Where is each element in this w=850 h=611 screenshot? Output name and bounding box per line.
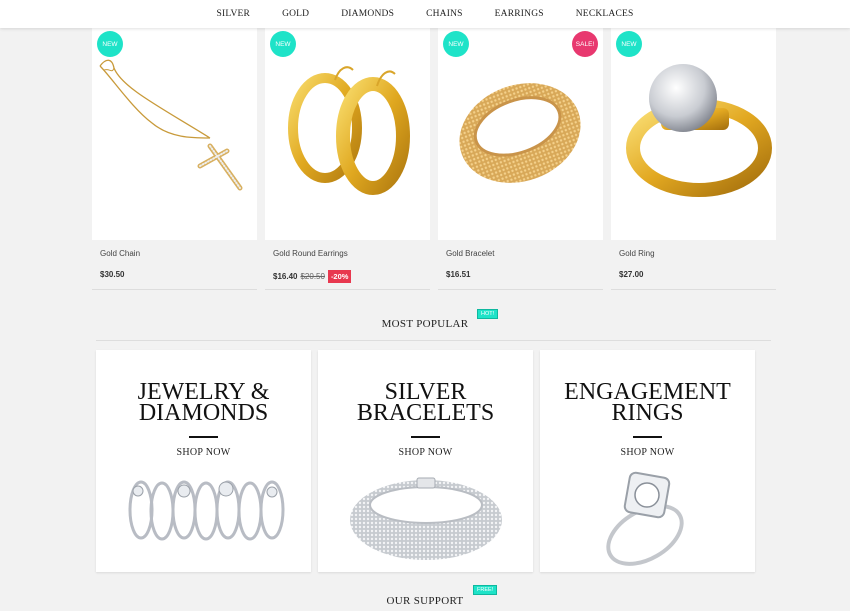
shop-now-link[interactable]: SHOP NOW [540, 447, 755, 458]
gold-ring-image [626, 64, 772, 197]
shop-now-link[interactable]: SHOP NOW [96, 447, 311, 458]
product-price: $16.51 [446, 270, 470, 279]
sale-badge: SALE! [572, 31, 598, 57]
product-image[interactable]: NEW [265, 28, 430, 240]
nav-diamonds[interactable]: DIAMONDS [341, 9, 394, 19]
category-jewelry-diamonds[interactable]: JEWELRY & DIAMONDS SHOP NOW [96, 350, 311, 572]
nav-silver[interactable]: SILVER [216, 9, 250, 19]
current-price: $30.50 [100, 270, 125, 279]
gold-bracelet-image [459, 83, 581, 183]
section-divider [96, 340, 771, 341]
product-name[interactable]: Gold Ring [619, 249, 655, 258]
heading-underline [633, 436, 662, 438]
new-badge: NEW [270, 31, 296, 57]
nav-earrings[interactable]: EARRINGS [495, 9, 544, 19]
product-image[interactable]: NEW [611, 28, 776, 240]
most-popular-title: MOST POPULAR [381, 318, 469, 330]
heading-underline [189, 436, 218, 438]
our-support-title: OUR SUPPORT [386, 595, 464, 607]
product-name[interactable]: Gold Chain [100, 249, 140, 258]
new-badge: NEW [616, 31, 642, 57]
category-engagement-rings[interactable]: ENGAGEMENT RINGS SHOP NOW [540, 350, 755, 572]
nav-chains[interactable]: CHAINS [426, 9, 463, 19]
card-divider [611, 289, 776, 290]
current-price: $27.00 [619, 270, 644, 279]
product-card[interactable]: NEW SALE! Gold Bracelet $16.51 [438, 28, 603, 290]
card-divider [438, 289, 603, 290]
free-tag: FREE! [473, 585, 498, 595]
shop-now-link[interactable]: SHOP NOW [318, 447, 533, 458]
current-price: $16.40 [273, 272, 298, 281]
product-name[interactable]: Gold Round Earrings [273, 249, 348, 258]
product-card[interactable]: NEW Gold Ring $27.00 [611, 28, 776, 290]
category-heading: SILVER BRACELETS [318, 380, 533, 426]
product-price: $16.40 $20.50 -20% [273, 270, 352, 283]
category-silver-bracelets[interactable]: SILVER BRACELETS SHOP NOW [318, 350, 533, 572]
discount-badge: -20% [327, 270, 352, 283]
nav-gold[interactable]: GOLD [282, 9, 309, 19]
product-price: $27.00 [619, 270, 643, 279]
product-price: $30.50 [100, 270, 124, 279]
top-navigation: SILVER GOLD DIAMONDS CHAINS EARRINGS NEC… [0, 0, 850, 28]
heading-underline [411, 436, 440, 438]
heading-line: DIAMONDS [138, 400, 269, 426]
engagement-ring-image [606, 471, 684, 566]
product-card[interactable]: NEW Gold Round Earrings $16.40 $20.50 -20% [265, 28, 430, 290]
product-card[interactable]: NEW Gold Chain $30.50 [92, 28, 257, 290]
product-image[interactable]: NEW [92, 28, 257, 240]
gold-earrings-image [288, 66, 410, 195]
product-name[interactable]: Gold Bracelet [446, 249, 494, 258]
card-divider [92, 289, 257, 290]
new-badge: NEW [97, 31, 123, 57]
category-heading: ENGAGEMENT RINGS [540, 380, 755, 426]
card-divider [265, 289, 430, 290]
silver-bracelet-image [350, 477, 502, 560]
current-price: $16.51 [446, 270, 471, 279]
hot-tag: HOT! [477, 309, 499, 319]
product-grid: NEW Gold Chain $30.50 NEW Gold Round Ear… [92, 28, 777, 290]
heading-line: RINGS [611, 400, 684, 426]
category-heading: JEWELRY & DIAMONDS [96, 380, 311, 426]
nav-necklaces[interactable]: NECKLACES [576, 9, 634, 19]
gold-chain-image [99, 59, 243, 191]
heading-line: BRACELETS [356, 400, 495, 426]
old-price: $20.50 [300, 272, 325, 281]
product-image[interactable]: NEW SALE! [438, 28, 603, 240]
diamond-rings-image [128, 480, 285, 541]
new-badge: NEW [443, 31, 469, 57]
